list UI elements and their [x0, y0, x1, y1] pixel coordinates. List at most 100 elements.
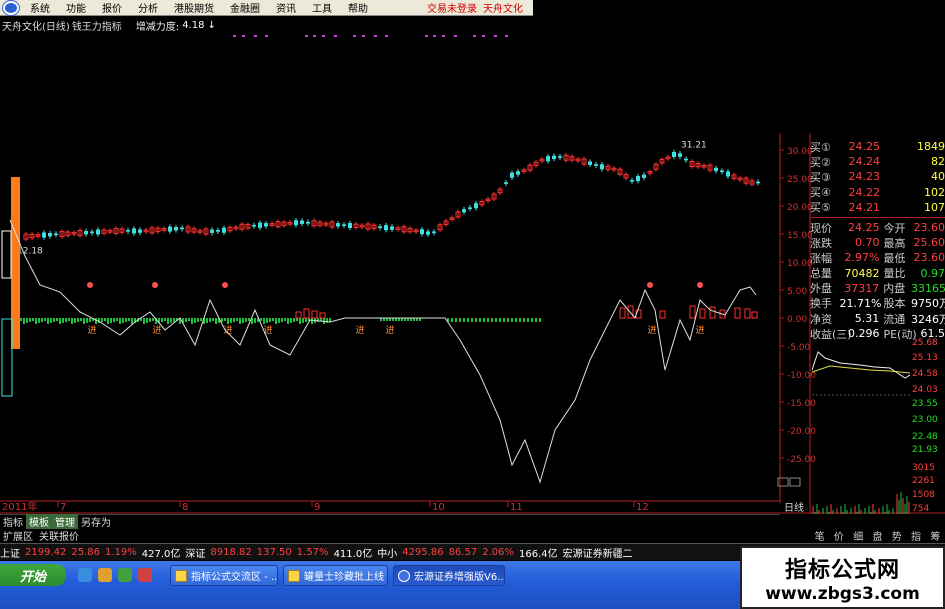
bid-label: 买⑤ [810, 201, 831, 215]
candle-down [390, 226, 394, 230]
indicator-bar-down [173, 318, 175, 322]
ie-icon[interactable] [78, 568, 92, 582]
tab-save-as[interactable]: 另存为 [78, 514, 114, 529]
candle-down [420, 229, 424, 235]
stat-label: 收益(三) [810, 327, 852, 341]
stock-title: 天舟文化(日线) [2, 21, 70, 33]
indicator-bar-down [122, 318, 124, 323]
indicator-bar-down [44, 318, 46, 321]
indicator-bar-down [74, 318, 76, 323]
indicator-bar-up [311, 310, 318, 319]
indicator-bar-down [68, 318, 70, 321]
media-icon[interactable] [118, 568, 132, 582]
indicator-bar-down [56, 318, 58, 321]
indicator-bar-down [86, 318, 88, 323]
candle-down [642, 174, 646, 178]
indicator-bar-down [230, 318, 232, 323]
month-label: 7 [60, 502, 66, 513]
status-item: 4295.86 [402, 546, 444, 558]
candle-down [168, 226, 172, 232]
candle-down [306, 221, 310, 224]
folder-icon[interactable] [98, 568, 112, 582]
indicator-bar-down [197, 318, 199, 322]
indicator-bar-down [299, 318, 301, 324]
indicator-bar-down [89, 318, 91, 322]
candle-down [462, 209, 466, 213]
bid-price: 24.21 [848, 200, 881, 214]
rtab-trend[interactable]: 势 [892, 528, 902, 543]
mini-axis-label: 25.13 [912, 353, 938, 363]
candle-down [432, 231, 436, 234]
indicator-bar-down [224, 318, 226, 321]
left-box [1, 230, 12, 279]
tab-related-quote[interactable]: 关联报价 [36, 528, 82, 543]
indicator-tabs: 指标 模板 管理 另存为 [0, 514, 780, 529]
taskbar-btn-forum[interactable]: 指标公式交流区 - ... [170, 565, 278, 586]
indicator-bar-down [287, 318, 289, 324]
menu-system[interactable]: 系统 [22, 0, 58, 15]
signal-dot [334, 35, 337, 37]
signal-dot [374, 35, 377, 37]
indicator-bar-down [263, 318, 265, 324]
menu-quote[interactable]: 报价 [94, 0, 130, 15]
rtab-detail[interactable]: 细 [853, 528, 863, 543]
axis-tick-label: -5.00 [787, 343, 811, 353]
menu-news[interactable]: 资讯 [268, 0, 304, 15]
start-button[interactable]: 开始 [0, 564, 66, 586]
mini-axis-label: 24.58 [912, 369, 938, 379]
rtab-chips[interactable]: 筹 [930, 528, 940, 543]
signal-star-icon [222, 282, 228, 288]
candle-down [714, 167, 718, 172]
indicator-bar-down [254, 318, 256, 323]
candle-down [426, 231, 430, 235]
chart-title: 天舟文化(日线) 钱王力指标 增减力度: 4.18 ↓ [0, 18, 533, 33]
rtab-book[interactable]: 盘 [872, 528, 882, 543]
menu-hk-futures[interactable]: 港股期货 [166, 0, 222, 15]
stat-value: 37317 [844, 281, 880, 295]
indicator-bar-down [523, 318, 525, 322]
mini-axis-label: 1508 [912, 490, 935, 500]
menu-finance[interactable]: 金融圈 [222, 0, 268, 15]
month-label: 12 [636, 502, 649, 513]
rtab-trades[interactable]: 笔 [815, 528, 825, 543]
menu-help[interactable]: 帮助 [340, 0, 376, 15]
stat-label2: 股本 [883, 297, 906, 311]
stat-value2: 0.97 [920, 266, 945, 280]
indicator-bar-up [699, 308, 706, 319]
menu-function[interactable]: 功能 [58, 0, 94, 15]
status-item: 2199.42 [25, 546, 67, 558]
rtab-price[interactable]: 价 [834, 528, 844, 543]
kline-chart[interactable]: 30.0025.0020.0015.0010.005.000.00-5.00-1… [0, 33, 945, 514]
taskbar-btn-trading[interactable]: 宏源证券增强版V6... [393, 565, 505, 586]
login-status[interactable]: 交易未登录 [427, 0, 477, 15]
taskbar-btn-volume[interactable]: 罐量士珍藏批上线 [283, 565, 388, 586]
menu-tools[interactable]: 工具 [304, 0, 340, 15]
stat-label2: 量比 [883, 267, 906, 281]
stat-label: 总量 [810, 267, 832, 281]
indicator-bar-down [167, 318, 169, 324]
stat-value: 24.25 [847, 221, 880, 235]
month-label: 11 [510, 502, 523, 513]
stat-value: 70482 [844, 266, 880, 280]
candle-down [294, 220, 298, 226]
indicator-bar-down [451, 318, 453, 322]
month-label: 10 [432, 502, 445, 513]
status-item: 1.19% [105, 546, 137, 558]
period-label: 日线 [784, 501, 804, 514]
bid-row: 买③ 24.23 40 [810, 169, 945, 184]
app-window: 系统 功能 报价 分析 港股期货 金融圈 资讯 工具 帮助 交易未登录 天舟文化… [0, 0, 945, 609]
stat-label: 现价 [810, 221, 832, 235]
stat-value2: 23.60 [913, 221, 945, 235]
candle-down [222, 227, 226, 233]
candle-down [756, 181, 760, 184]
menu-analysis[interactable]: 分析 [130, 0, 166, 15]
app-quicklaunch-icon[interactable] [138, 568, 152, 582]
axis-tick-label: -20.00 [787, 427, 816, 437]
bid-label: 买④ [810, 186, 831, 200]
indicator-bar-down [278, 318, 280, 323]
candle-down [252, 224, 256, 227]
stat-value: 0.70 [854, 236, 880, 250]
rtab-indicator[interactable]: 指 [911, 528, 921, 543]
tab-extension[interactable]: 扩展区 [0, 528, 36, 543]
stat-value: 5.31 [854, 312, 880, 326]
